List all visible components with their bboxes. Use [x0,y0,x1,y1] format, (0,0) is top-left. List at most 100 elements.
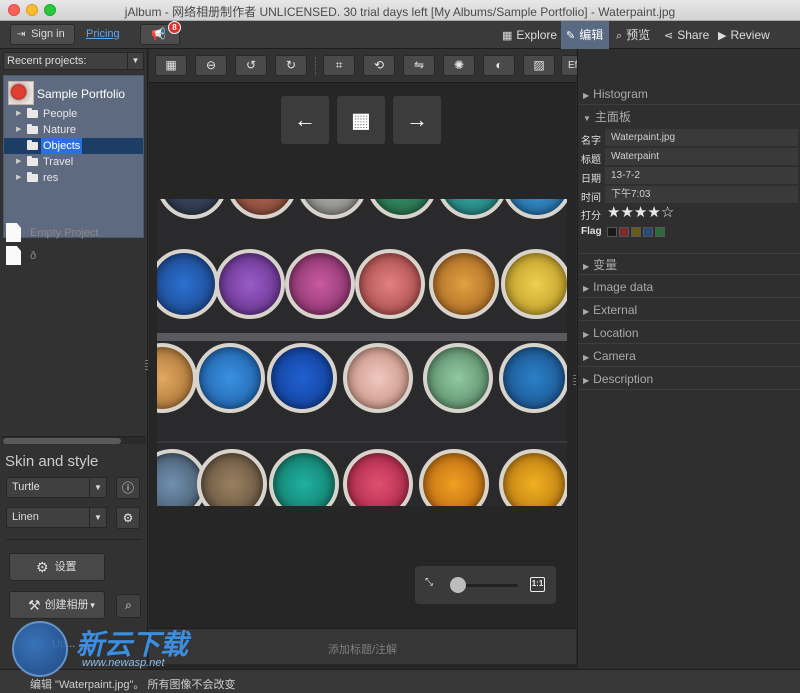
flag-swatch[interactable] [643,227,653,237]
review-button[interactable]: ▶ Review [713,21,775,49]
rating-label: 打分 [581,211,601,222]
paint-pan [267,343,337,413]
play-icon: ▶ [718,30,727,42]
crop-button[interactable]: ⌗ [323,55,355,76]
preview-button[interactable]: ⌕ 预览 [611,21,655,49]
flag-swatch[interactable] [631,227,641,237]
recent-projects-label: Recent projects: [7,55,87,67]
editor-area: ▦ ⊖ ↺ ↻ ⌗ ⟲ ⇋ ✺ ◐ ▨ Effects ▼ ↶ ↷ ← ▦ → [149,49,699,669]
actual-size-icon[interactable]: 1:1 [530,577,545,592]
pricing-link[interactable]: Pricing [86,28,120,40]
tree-item-travel[interactable]: ▶ Travel [4,154,143,170]
project-tree: Sample Portfolio ▶ People ▶ Nature Objec… [3,75,144,238]
next-image-button[interactable]: → [393,96,441,144]
section-label: External [593,303,638,317]
prop-value[interactable]: 13-7-2 [605,167,798,185]
contrast-icon: ◐ [495,58,503,72]
chevron-down-icon: ▼ [89,508,106,527]
prop-flag: Flag [579,223,798,241]
flag-swatch[interactable] [655,227,665,237]
location-section[interactable]: ▶ Location [578,322,800,344]
description-section[interactable]: ▶ Description [578,368,800,390]
style-settings-button[interactable]: ⚙ [116,507,140,529]
straighten-button[interactable]: ⟲ [363,55,395,76]
caret-right-icon[interactable]: ▶ [16,122,21,138]
notifications-button[interactable]: 📢 8 [140,21,181,45]
horizontal-scrollbar[interactable] [2,436,146,444]
camera-section[interactable]: ▶ Camera [578,345,800,367]
grid-view-button[interactable]: ▦ [155,55,187,76]
recent-project-item[interactable]: ð [6,246,144,266]
folder-icon [27,156,38,166]
scrollbar-thumb[interactable] [3,438,121,444]
image-preview[interactable] [157,199,567,506]
main-panel-section[interactable]: ▼ 主面板 [578,106,800,128]
pencil-icon: ✎ [566,30,576,42]
histogram-section[interactable]: ▶ Histogram [578,83,800,105]
prop-value[interactable]: Waterpaint [605,148,798,166]
sign-in-button[interactable]: ⇥ Sign in [10,24,75,45]
tree-item-objects[interactable]: Objects [4,138,143,154]
crop-icon: ⌗ [335,58,343,72]
caret-right-icon[interactable]: ▶ [16,154,21,170]
zoom-slider-knob[interactable] [450,577,466,593]
skin-info-button[interactable]: ⓘ [116,477,140,499]
make-album-button[interactable]: ⚒ 创建相册▼ [9,591,105,619]
skin-select[interactable]: Turtle ▼ [6,477,107,498]
project-title[interactable]: Sample Portfolio [37,87,125,101]
empty-project-item[interactable]: Empty Project [6,223,144,243]
style-select[interactable]: Linen ▼ [6,507,107,528]
flag-swatch[interactable] [619,227,629,237]
star-filled-icon[interactable]: ★ [620,204,633,221]
settings-button[interactable]: ⚙ 设置 [9,553,105,581]
search-button[interactable]: ⌕ [116,594,141,618]
share-button[interactable]: ⋖ Share [659,21,714,49]
caret-right-icon[interactable]: ▶ [16,106,21,122]
thumbnails-button[interactable]: ▦ [337,96,385,144]
flip-icon: ⇋ [413,58,425,72]
paint-pan [429,249,499,319]
image-button[interactable]: ▨ [523,55,555,76]
image-data-section[interactable]: ▶ Image data [578,276,800,298]
previous-image-button[interactable]: ← [281,96,329,144]
prop-key: 名字 [581,136,601,147]
watermark-logo [12,621,68,677]
flip-button[interactable]: ⇋ [403,55,435,76]
prop-value[interactable]: 下午7:03 [605,186,798,204]
star-filled-icon[interactable]: ★ [634,204,647,221]
rotate-right-button[interactable]: ↻ [275,55,307,76]
explore-button[interactable]: ▦ Explore [497,21,562,49]
section-label: Location [593,326,639,340]
contrast-button[interactable]: ◐ [483,55,515,76]
star-empty-icon[interactable]: ☆ [661,204,674,221]
paint-pan [501,249,567,319]
variables-section[interactable]: ▶ 变量 [578,253,800,275]
site-watermark: 新云下载 www.newasp.net [12,621,222,677]
recent-projects-select[interactable]: Recent projects: ▼ [3,52,144,70]
title-bar: jAlbum - 网络相册制作者 UNLICENSED. 30 trial da… [0,0,800,21]
shrink-icon[interactable]: ⤡ [425,577,439,591]
tree-item-people[interactable]: ▶ People [4,106,143,122]
document-icon [6,223,21,242]
adjust-button[interactable]: ✺ [443,55,475,76]
flag-swatch[interactable] [607,227,617,237]
share-label: Share [677,28,710,42]
tree-item-res[interactable]: ▶ res [4,170,143,186]
exclude-button[interactable]: ⊖ [195,55,227,76]
star-filled-icon[interactable]: ★ [647,204,660,221]
toolbar-divider [315,57,316,75]
caret-right-icon[interactable]: ▶ [16,170,21,186]
rotate-left-button[interactable]: ↺ [235,55,267,76]
star-rating[interactable]: ★★★★☆ [607,204,674,222]
star-filled-icon[interactable]: ★ [607,204,620,221]
tree-item-nature[interactable]: ▶ Nature [4,122,143,138]
caret-right-icon: ▶ [583,353,590,362]
left-splitter-handle[interactable] [145,360,148,370]
straighten-icon: ⟲ [373,58,385,72]
paint-pan [499,343,567,413]
external-section[interactable]: ▶ External [578,299,800,321]
prop-value[interactable]: Waterpaint.jpg [605,129,798,147]
edit-button[interactable]: ✎ 编辑 [561,21,609,49]
right-splitter-handle[interactable] [573,375,576,385]
watermark-url: www.newasp.net [82,657,165,669]
